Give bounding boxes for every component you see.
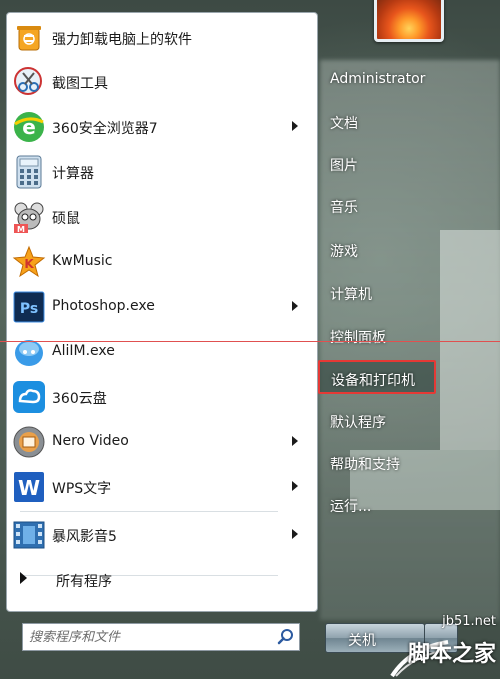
right-item-label: 默认程序 (330, 415, 386, 431)
360-cloud-icon (12, 380, 46, 414)
program-item-snipping-tool[interactable]: 截图工具 (2, 60, 308, 104)
uninstall-icon (12, 21, 46, 55)
search-box[interactable] (22, 623, 300, 651)
program-label: 360云盘 (52, 391, 107, 407)
separator (20, 511, 278, 512)
right-item-pictures[interactable]: 图片 (318, 147, 436, 181)
svg-text:W: W (18, 476, 40, 500)
expand-arrow-icon (20, 572, 27, 584)
background-window-blur-2 (440, 230, 500, 450)
snipping-tool-icon (12, 65, 46, 99)
baofeng-icon (12, 518, 46, 552)
svg-text:Ps: Ps (20, 301, 38, 317)
shutdown-label: 关机 (348, 633, 376, 649)
submenu-arrow-icon[interactable] (292, 121, 298, 131)
right-item-label: 音乐 (330, 200, 358, 216)
right-item-help-and-support[interactable]: 帮助和支持 (318, 446, 436, 480)
right-item-label: 帮助和支持 (330, 457, 400, 473)
calculator-icon (12, 155, 46, 189)
right-item-run[interactable]: 运行... (318, 488, 436, 522)
search-icon[interactable] (277, 628, 295, 646)
svg-text:M: M (17, 225, 25, 234)
search-input[interactable] (29, 627, 269, 647)
program-item-uninstaller[interactable]: 强力卸载电脑上的软件 (2, 16, 308, 60)
program-label: 强力卸载电脑上的软件 (52, 32, 192, 48)
program-item-shuoshu[interactable]: M 硕鼠 (2, 195, 308, 239)
right-item-default-programs[interactable]: 默认程序 (318, 404, 436, 438)
program-item-baofeng[interactable]: 暴风影音5 (2, 513, 308, 557)
program-label: AliIM.exe (52, 343, 115, 359)
kwmusic-icon: K (12, 245, 46, 279)
shuoshu-icon: M (12, 200, 46, 234)
wps-writer-icon: W (12, 470, 46, 504)
program-item-wps-writer[interactable]: W WPS文字 (2, 465, 308, 509)
program-item-nero-video[interactable]: Nero Video (2, 420, 308, 464)
right-item-label: 计算机 (330, 287, 372, 303)
program-label: 360安全浏览器7 (52, 121, 158, 137)
nero-video-icon (12, 425, 46, 459)
program-label: 截图工具 (52, 76, 108, 92)
360-browser-icon: e (12, 110, 46, 144)
program-item-kwmusic[interactable]: K KwMusic (2, 240, 308, 284)
all-programs-button[interactable]: 所有程序 (6, 568, 306, 592)
program-label: 暴风影音5 (52, 529, 117, 545)
program-label: Photoshop.exe (52, 298, 155, 314)
right-item-label: Administrator (330, 71, 426, 87)
all-programs-label: 所有程序 (56, 574, 112, 590)
user-account-picture[interactable] (374, 0, 444, 42)
right-item-control-panel[interactable]: 控制面板 (318, 319, 436, 353)
program-label: 计算器 (52, 166, 94, 182)
right-item-computer[interactable]: 计算机 (318, 276, 436, 310)
program-item-aliim[interactable]: AliIM.exe (2, 330, 308, 374)
right-item-music[interactable]: 音乐 (318, 189, 436, 223)
program-item-photoshop[interactable]: Ps Photoshop.exe (2, 285, 308, 329)
submenu-arrow-icon[interactable] (292, 481, 298, 491)
submenu-arrow-icon[interactable] (292, 301, 298, 311)
photoshop-icon: Ps (12, 290, 46, 324)
program-label: WPS文字 (52, 481, 112, 497)
right-item-administrator[interactable]: Administrator (318, 63, 436, 97)
program-item-calculator[interactable]: 计算器 (2, 150, 308, 194)
program-label: KwMusic (52, 253, 113, 269)
watermark-site: jb51.net (442, 614, 496, 629)
right-item-label: 文档 (330, 116, 358, 132)
right-item-label: 设备和打印机 (331, 373, 415, 389)
program-label: 硕鼠 (52, 211, 80, 227)
submenu-arrow-icon[interactable] (292, 436, 298, 446)
program-label: Nero Video (52, 433, 129, 449)
program-item-360-browser[interactable]: e 360安全浏览器7 (2, 105, 308, 149)
submenu-arrow-icon[interactable] (292, 529, 298, 539)
right-item-label: 运行... (330, 499, 372, 515)
right-item-games[interactable]: 游戏 (318, 233, 436, 267)
right-item-label: 图片 (330, 158, 358, 174)
program-item-360-cloud[interactable]: 360云盘 (2, 375, 308, 419)
right-item-devices-and-printers[interactable]: 设备和打印机 (318, 360, 436, 394)
annotation-guide-line (0, 341, 500, 342)
right-item-label: 控制面板 (330, 330, 386, 346)
right-item-documents[interactable]: 文档 (318, 105, 436, 139)
watermark: jb51.net 脚本之家 (390, 610, 500, 679)
svg-text:K: K (24, 257, 34, 271)
watermark-name: 脚本之家 (407, 642, 496, 667)
right-item-label: 游戏 (330, 244, 358, 260)
